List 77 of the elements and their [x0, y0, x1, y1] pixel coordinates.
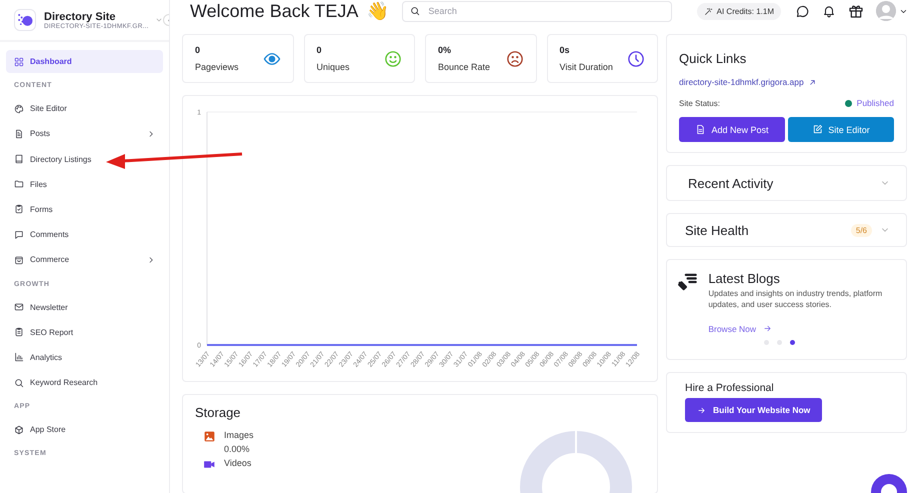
site-editor-button[interactable]: Site Editor — [788, 117, 894, 142]
search-field[interactable]: Search — [402, 0, 672, 22]
quick-links-title: Quick Links — [679, 51, 748, 66]
stat-value: 0 — [316, 45, 323, 55]
image-icon — [203, 430, 216, 443]
nav-item[interactable]: Comments — [6, 223, 77, 246]
magic-wand-icon — [704, 6, 713, 16]
browse-link[interactable]: Browse Now — [708, 324, 772, 334]
bar-chart-icon — [14, 352, 24, 362]
stat-label: Pageviews — [195, 62, 239, 72]
search-icon — [14, 378, 24, 388]
nav-item[interactable]: Forms — [6, 198, 61, 221]
chat-icon — [14, 230, 24, 240]
build-website-button[interactable]: Build Your Website Now — [685, 398, 822, 422]
storage-percent: 0.00% — [224, 444, 251, 454]
smiley-face-icon — [384, 50, 402, 68]
clock-icon — [627, 50, 645, 68]
nav-item[interactable]: Site Editor — [6, 97, 75, 120]
nav-item[interactable]: SEO Report — [6, 320, 82, 344]
bag-icon — [14, 254, 24, 265]
palette-icon — [14, 104, 24, 114]
storage-type: Videos — [224, 458, 252, 468]
document-icon — [14, 128, 24, 139]
mail-icon — [14, 302, 24, 312]
nav-item[interactable]: Directory Listings — [6, 148, 100, 171]
nav-item[interactable]: Posts — [6, 122, 163, 146]
nav-item[interactable]: App Store — [6, 418, 74, 442]
ai-credits-badge[interactable]: AI Credits: 1.1M — [696, 2, 781, 20]
grid-icon — [14, 56, 24, 66]
chat-launcher-icon[interactable] — [871, 474, 907, 493]
document-icon — [695, 124, 706, 135]
status-dot — [844, 100, 852, 106]
carousel-dot[interactable] — [790, 340, 796, 345]
nav-item[interactable]: Newsletter — [6, 296, 76, 318]
hire-title: Hire a Professional — [685, 382, 775, 394]
search-icon — [410, 6, 420, 16]
storage-title: Storage — [195, 405, 242, 420]
edit-icon — [812, 124, 824, 135]
package-icon — [14, 424, 24, 435]
bell-icon — [822, 4, 836, 18]
section-title: Recent Activity — [688, 176, 774, 190]
health-score: 5/6 — [850, 224, 872, 236]
logo-icon — [14, 9, 36, 31]
external-arrow-icon — [808, 78, 817, 86]
avatar-icon[interactable] — [876, 1, 896, 21]
stat-label: Visit Duration — [560, 62, 613, 72]
blogs-title: Latest Blogs — [708, 271, 781, 286]
nav-item[interactable]: Keyword Research — [6, 371, 106, 394]
add-post-button[interactable]: Add New Post — [679, 117, 785, 142]
stat-value: 0s — [560, 45, 571, 55]
book-icon — [14, 154, 24, 164]
welcome-title: Welcome Back TEJA — [190, 0, 358, 22]
gift-icon — [848, 3, 864, 19]
nav-item[interactable]: Analytics — [6, 346, 70, 369]
nav-item[interactable]: Commerce — [6, 248, 163, 272]
arrow-right-icon — [763, 324, 772, 334]
caret-down-icon — [155, 16, 163, 24]
status-value: Published — [856, 98, 894, 108]
blogs-description: Updates and insights on industry trends, platform updates, and user success stories. — [708, 289, 884, 311]
stat-value: 0% — [438, 45, 452, 55]
stat-value: 0 — [195, 45, 202, 55]
stat-label: Bounce Rate — [438, 62, 490, 72]
storage-type: Images — [224, 430, 254, 440]
report-icon — [14, 327, 24, 338]
nav-item[interactable]: Files — [6, 172, 55, 196]
site-link[interactable]: directory-site-1dhmkf.grigora.app — [679, 77, 817, 87]
status-label: Site Status: — [679, 98, 720, 108]
chat-icon — [795, 4, 810, 18]
site-name: Directory Site — [44, 10, 117, 22]
folder-icon — [14, 179, 24, 190]
waving-hand-emoji: 👋 — [366, 0, 388, 22]
nav-item[interactable]: Dashboard — [6, 50, 163, 73]
stat-label: Uniques — [316, 62, 350, 72]
clipboard-icon — [14, 204, 24, 214]
sad-face-icon — [506, 50, 524, 68]
arrow-right-icon — [697, 406, 706, 414]
section-title: Site Health — [685, 222, 750, 238]
